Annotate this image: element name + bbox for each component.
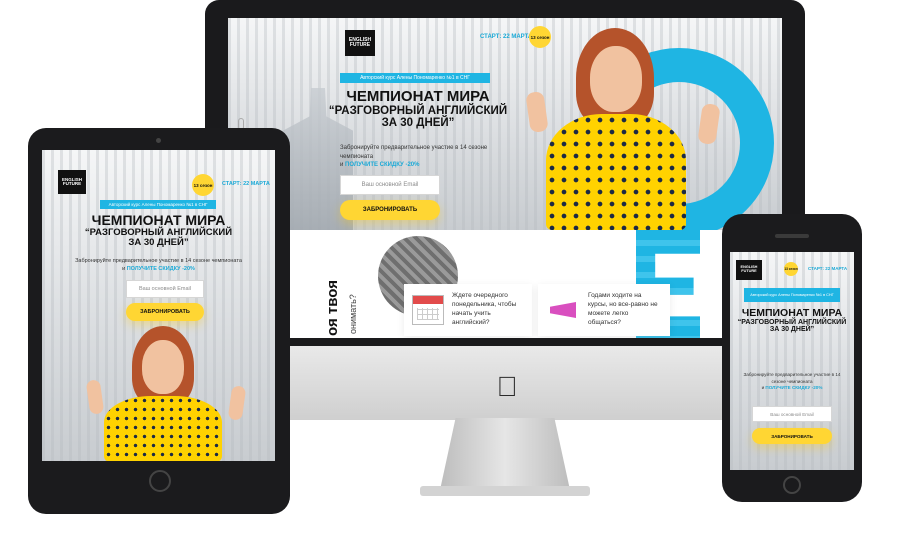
author-strip: Авторский курс Алены Пономаренко №1 в СН… [100, 200, 216, 209]
book-button[interactable]: ЗАБРОНИРОВАТЬ [126, 303, 204, 321]
hero-subtitle: Забронируйте предварительное участие в 1… [743, 372, 841, 391]
hero-person-shirt [546, 114, 686, 230]
hero-person-face [142, 340, 184, 394]
book-button[interactable]: ЗАБРОНИРОВАТЬ [340, 200, 440, 220]
hero-subtitle: Забронируйте предварительное участие в 1… [75, 258, 242, 272]
section-side-title: оя твоя [324, 280, 341, 336]
megaphone-icon [546, 297, 580, 323]
brand-logo[interactable]: ENGLISH FUTURE [736, 260, 762, 280]
calendar-icon [412, 295, 444, 325]
email-input[interactable]: Ваш основной Email [752, 406, 832, 422]
apple-logo-icon:  [493, 372, 521, 402]
author-strip: Авторский курс Алены Пономаренко №1 в СН… [744, 288, 840, 302]
feature-card: Годами ходите на курсы, но все-равно не … [538, 284, 670, 336]
hero-person-shirt [104, 396, 222, 461]
ipad-camera-icon [156, 138, 161, 143]
hero-subtitle: Забронируйте предварительное участие в 1… [340, 145, 488, 169]
section-side-subtitle: онимать? [348, 294, 358, 334]
book-button[interactable]: ЗАБРОНИРОВАТЬ [752, 428, 832, 444]
start-date: СТАРТ: 22 МАРТА [808, 266, 848, 271]
desktop-screen: ENGLISH FUTURE СТАРТ: 22 МАРТА 13 сезон А… [228, 18, 782, 338]
ipad-home-button [149, 470, 171, 492]
season-badge: 13 сезон [529, 26, 551, 48]
season-badge: 13 сезон [192, 174, 214, 196]
start-date: СТАРТ: 22 МАРТА [480, 34, 533, 40]
feature-card: Ждете очередного понедельника, чтобы нач… [404, 284, 532, 336]
iphone-speaker [775, 234, 809, 238]
author-strip: Авторский курс Алены Пономаренко №1 в СН… [340, 73, 490, 83]
hero-headline: ЧЕМПИОНАТ МИРА “РАЗГОВОРНЫЙ АНГЛИЙСКИЙ З… [84, 212, 233, 248]
tablet-screen: ENGLISH FUTURE 13 сезон СТАРТ: 22 МАРТА А… [42, 150, 275, 461]
imac-stand [440, 418, 570, 490]
brand-logo[interactable]: ENGLISH FUTURE [345, 30, 375, 56]
email-input[interactable]: Ваш основной Email [340, 175, 440, 195]
season-badge: 13 сезон [784, 262, 798, 276]
hero-headline: ЧЕМПИОНАТ МИРА “РАЗГОВОРНЫЙ АНГЛИЙСКИЙ З… [328, 88, 508, 129]
iphone-home-button [783, 476, 801, 494]
start-date: СТАРТ: 22 МАРТА [222, 181, 270, 187]
email-input[interactable]: Ваш основной Email [126, 280, 204, 298]
feature-card-text: Годами ходите на курсы, но все-равно не … [588, 292, 658, 326]
imac-foot [420, 486, 590, 496]
hero-person-face [590, 46, 642, 112]
hero-headline: ЧЕМПИОНАТ МИРА “РАЗГОВОРНЫЙ АНГЛИЙСКИЙ З… [737, 307, 847, 334]
phone-screen: ENGLISH FUTURE 13 сезон СТАРТ: 22 МАРТА А… [730, 252, 854, 470]
brand-logo[interactable]: ENGLISH FUTURE [58, 170, 86, 194]
feature-card-text: Ждете очередного понедельника, чтобы нач… [452, 292, 517, 326]
